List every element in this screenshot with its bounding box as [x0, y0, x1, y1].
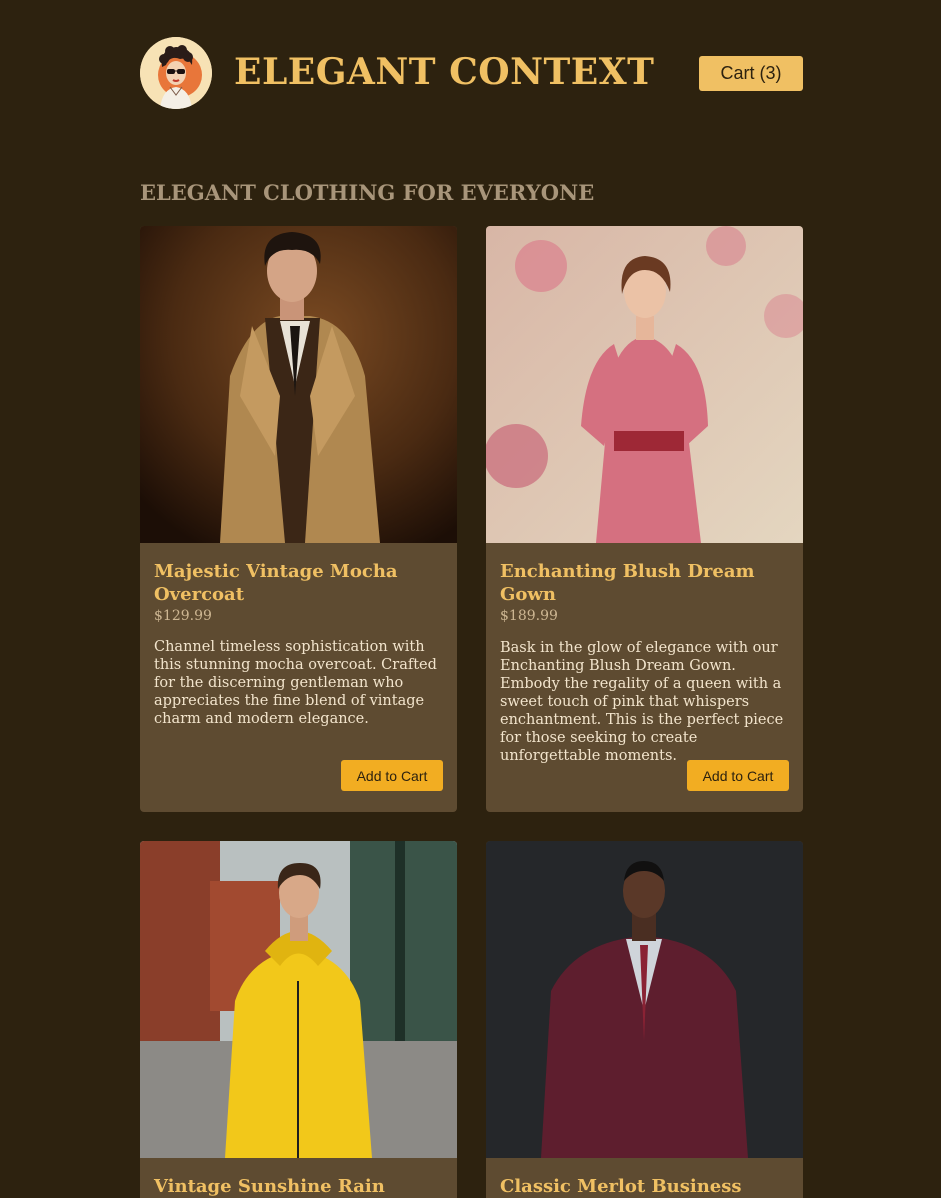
product-name[interactable]: Majestic Vintage Mocha Overcoat	[154, 560, 443, 606]
product-price: $189.99	[500, 608, 558, 624]
product-card: Vintage Sunshine Rain Jacket	[140, 841, 457, 1198]
brand-title[interactable]: ELEGANT CONTEXT	[234, 51, 654, 93]
product-description: Bask in the glow of elegance with our En…	[500, 640, 784, 764]
product-image-business-suit[interactable]	[486, 841, 803, 1158]
product-card: Classic Merlot Business Suit	[486, 841, 803, 1198]
logo-avatar-icon[interactable]	[140, 37, 212, 109]
add-to-cart-button[interactable]: Add to Cart	[687, 760, 789, 791]
product-image-gown[interactable]	[486, 226, 803, 543]
product-price: $129.99	[154, 608, 212, 624]
product-image-rain-jacket[interactable]	[140, 841, 457, 1158]
product-image-overcoat[interactable]	[140, 226, 457, 543]
cart-button[interactable]: Cart (3)	[699, 56, 803, 91]
product-name[interactable]: Enchanting Blush Dream Gown	[500, 560, 789, 606]
product-card: Majestic Vintage Mocha Overcoat $129.99 …	[140, 226, 457, 812]
section-title: ELEGANT CLOTHING FOR EVERYONE	[140, 180, 595, 205]
product-name[interactable]: Vintage Sunshine Rain Jacket	[154, 1175, 443, 1198]
add-to-cart-button[interactable]: Add to Cart	[341, 760, 443, 791]
site-header: ELEGANT CONTEXT Cart (3)	[140, 37, 803, 109]
product-card: Enchanting Blush Dream Gown $189.99 Bask…	[486, 226, 803, 812]
product-description: Channel timeless sophistication with thi…	[154, 639, 437, 727]
product-name[interactable]: Classic Merlot Business Suit	[500, 1175, 789, 1198]
